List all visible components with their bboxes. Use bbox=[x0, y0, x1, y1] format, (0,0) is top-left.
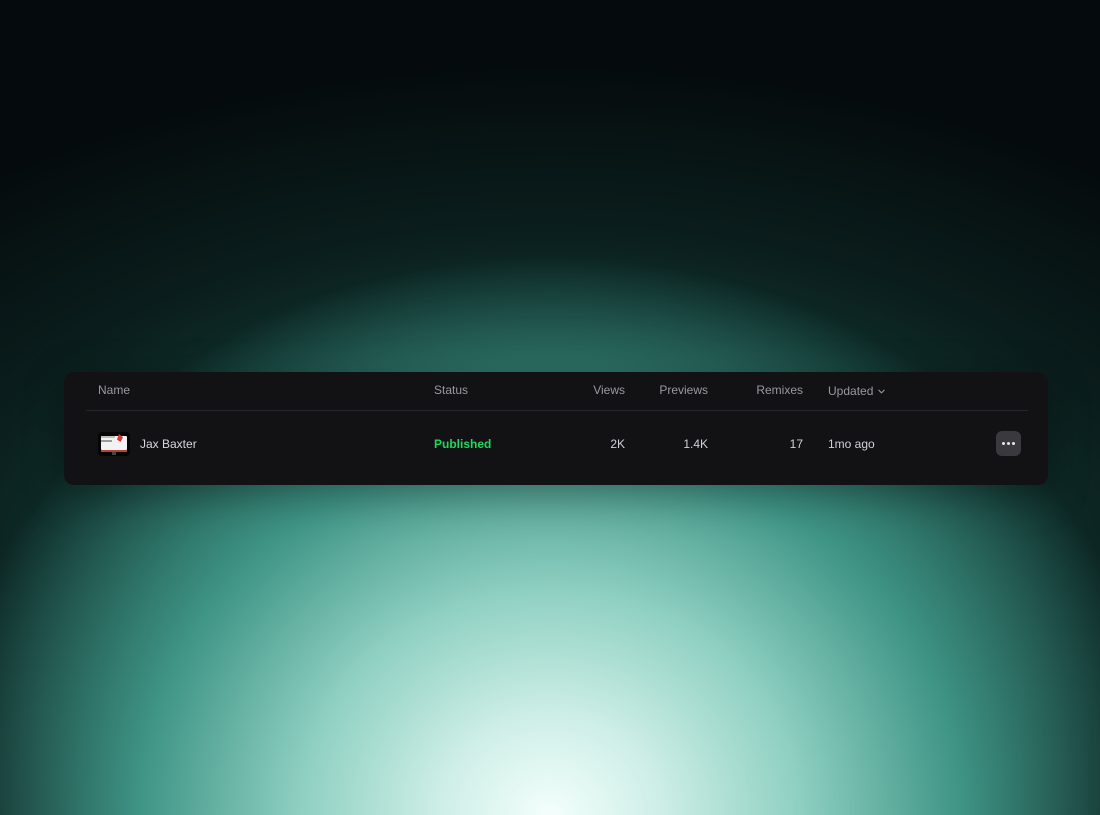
remixes-count: 17 bbox=[789, 437, 803, 451]
projects-table: Name Status Views Previews Remixes Updat… bbox=[64, 372, 1048, 485]
status-badge: Published bbox=[434, 437, 492, 451]
column-header-views[interactable]: Views bbox=[556, 372, 625, 410]
more-horizontal-icon bbox=[1002, 442, 1015, 445]
chevron-down-icon bbox=[878, 389, 886, 394]
column-header-name[interactable]: Name bbox=[98, 372, 130, 410]
table-row[interactable]: Jax Baxter Published 2K 1.4K 17 1mo ago bbox=[86, 411, 1028, 477]
column-header-remixes[interactable]: Remixes bbox=[726, 372, 803, 410]
project-thumbnail bbox=[98, 432, 130, 456]
updated-time: 1mo ago bbox=[828, 437, 875, 451]
column-header-previews[interactable]: Previews bbox=[646, 372, 708, 410]
column-header-updated-label: Updated bbox=[828, 384, 874, 398]
more-options-button[interactable] bbox=[996, 431, 1021, 456]
views-count: 2K bbox=[610, 437, 625, 451]
table-header: Name Status Views Previews Remixes Updat… bbox=[86, 372, 1028, 411]
project-name[interactable]: Jax Baxter bbox=[140, 411, 197, 477]
column-header-status[interactable]: Status bbox=[434, 372, 468, 410]
column-header-updated[interactable]: Updated bbox=[828, 372, 886, 410]
previews-count: 1.4K bbox=[683, 437, 708, 451]
